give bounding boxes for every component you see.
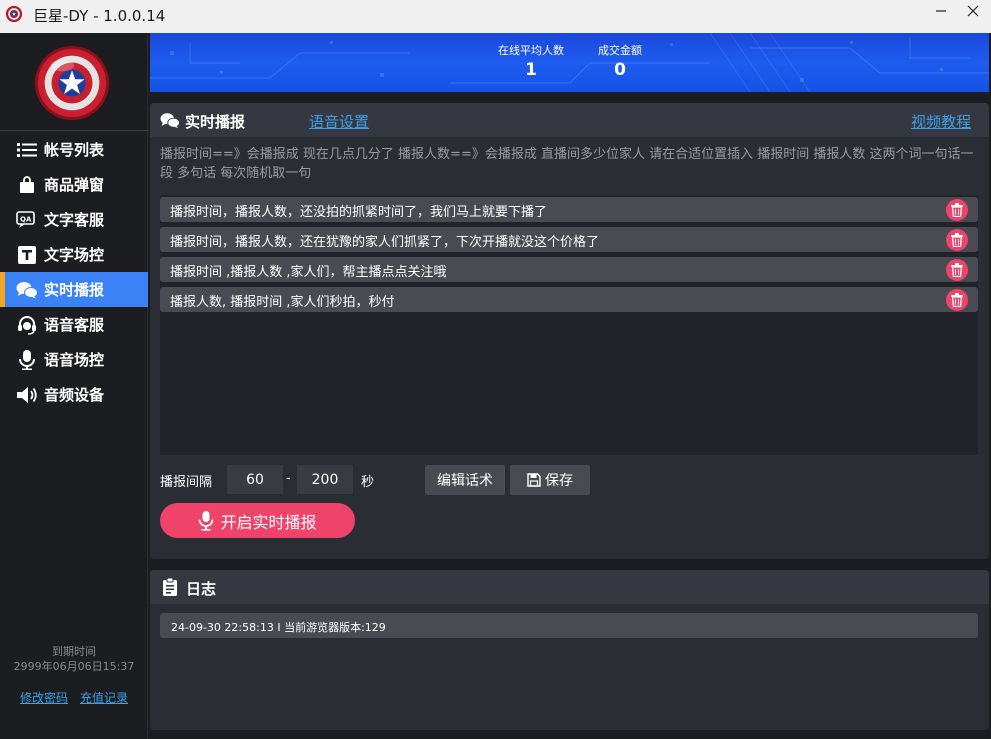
script-row[interactable]: 播报时间，播报人数，还在犹豫的家人们抓紧了，下次开播就没这个价格了 xyxy=(160,227,978,252)
wechat-bubbles-icon xyxy=(160,113,180,129)
trash-icon xyxy=(951,233,963,247)
sidebar-item-label: 音频设备 xyxy=(44,386,105,404)
delete-script-button[interactable] xyxy=(946,229,968,251)
start-broadcast-button[interactable]: 开启实时播报 xyxy=(160,503,355,538)
expire-label: 到期时间 xyxy=(52,645,96,658)
delete-script-button[interactable] xyxy=(946,199,968,221)
app-logo-icon xyxy=(5,5,23,23)
sidebar-item-voice-service[interactable]: 语音客服 xyxy=(0,307,148,342)
minimize-button[interactable] xyxy=(926,0,956,22)
minimize-icon xyxy=(936,10,946,12)
script-text: 播报人数, 播报时间 ,家人们秒拍，秒付 xyxy=(170,295,395,310)
video-tutorial-link[interactable]: 视频教程 xyxy=(911,111,971,132)
chat-qa-icon: QA xyxy=(16,210,38,230)
interval-unit: 秒 xyxy=(361,475,375,490)
microphone-icon xyxy=(16,349,38,370)
sidebar-item-label: 帐号列表 xyxy=(44,141,105,159)
deal-amount-label: 成交金额 xyxy=(598,44,642,57)
script-text: 播报时间，播报人数，还没拍的抓紧时间了，我们马上就要下播了 xyxy=(170,205,548,220)
close-icon xyxy=(967,5,979,17)
log-title: 日志 xyxy=(186,580,217,598)
clipboard-icon xyxy=(163,578,177,596)
log-entry: 24-09-30 22:58:13 I 当前游览器版本:129 xyxy=(160,613,978,638)
deal-amount-stat: 成交金额 0 xyxy=(590,42,650,80)
list-icon xyxy=(16,140,38,160)
start-broadcast-label: 开启实时播报 xyxy=(220,512,317,532)
recharge-records-link[interactable]: 充值记录 xyxy=(80,689,128,706)
script-row[interactable]: 播报时间，播报人数，还没拍的抓紧时间了，我们马上就要下播了 xyxy=(160,197,978,222)
text-t-icon xyxy=(16,245,38,265)
sidebar-item-label: 商品弹窗 xyxy=(44,176,105,194)
online-average-value: 1 xyxy=(525,60,537,80)
sidebar-item-voice-control[interactable]: 语音场控 xyxy=(0,342,148,377)
broadcast-title: 实时播报 xyxy=(185,113,246,131)
stats-banner: 在线平均人数 1 成交金额 0 xyxy=(150,33,989,92)
online-average-label: 在线平均人数 xyxy=(498,44,564,57)
sidebar-item-text-service[interactable]: QA 文字客服 xyxy=(0,202,148,237)
speaker-icon xyxy=(16,385,38,405)
window-title: 巨星-DY - 1.0.0.14 xyxy=(33,7,166,25)
sidebar-nav: 帐号列表 商品弹窗 QA 文字客服 文字场控 实时播报 语音客服 语音场控 音频… xyxy=(0,132,148,412)
script-text: 播报时间 ,播报人数 ,家人们，帮主播点点关注哦 xyxy=(170,265,447,280)
interval-max-input[interactable] xyxy=(297,465,353,494)
headset-icon xyxy=(16,315,38,335)
sidebar-item-text-control[interactable]: 文字场控 xyxy=(0,237,148,272)
sidebar-item-realtime-broadcast[interactable]: 实时播报 xyxy=(0,272,148,307)
delete-script-button[interactable] xyxy=(946,259,968,281)
script-row[interactable]: 播报人数, 播报时间 ,家人们秒拍，秒付 xyxy=(160,287,978,312)
sidebar-divider xyxy=(0,130,148,131)
interval-min-input[interactable] xyxy=(227,465,283,494)
title-bar: 巨星-DY - 1.0.0.14 xyxy=(0,0,991,33)
interval-label: 播报间隔 xyxy=(160,475,213,490)
save-label: 保存 xyxy=(545,473,573,489)
broadcast-panel: 实时播报 语音设置 视频教程 播报时间==》会播报成 现在几点几分了 播报人数=… xyxy=(150,103,989,559)
sidebar-item-label: 文字客服 xyxy=(44,211,105,229)
sidebar-item-label: 文字场控 xyxy=(44,246,105,264)
voice-settings-link[interactable]: 语音设置 xyxy=(309,111,369,132)
svg-text:QA: QA xyxy=(20,215,32,223)
floppy-disk-icon xyxy=(527,473,541,487)
sidebar-item-label: 语音场控 xyxy=(44,351,105,369)
change-password-link[interactable]: 修改密码 xyxy=(20,689,68,706)
sidebar: 帐号列表 商品弹窗 QA 文字客服 文字场控 实时播报 语音客服 语音场控 音频… xyxy=(0,33,148,739)
interval-dash: - xyxy=(286,471,291,486)
sidebar-links: 修改密码 充值记录 xyxy=(0,689,148,706)
captain-shield-logo-icon xyxy=(34,45,110,121)
close-button[interactable] xyxy=(958,0,988,22)
sidebar-item-label: 实时播报 xyxy=(44,281,105,299)
edit-script-button[interactable]: 编辑话术 xyxy=(425,465,505,495)
sidebar-item-audio-device[interactable]: 音频设备 xyxy=(0,377,148,412)
delete-script-button[interactable] xyxy=(946,289,968,311)
edit-script-label: 编辑话术 xyxy=(437,473,493,489)
sidebar-item-account-list[interactable]: 帐号列表 xyxy=(0,132,148,167)
trash-icon xyxy=(951,203,963,217)
sidebar-item-label: 语音客服 xyxy=(44,316,105,334)
deal-amount-value: 0 xyxy=(614,60,626,80)
wechat-bubbles-icon xyxy=(16,280,38,300)
script-text: 播报时间，播报人数，还在犹豫的家人们抓紧了，下次开播就没这个价格了 xyxy=(170,235,600,250)
log-panel: 日志 24-09-30 22:58:13 I 当前游览器版本:129 xyxy=(150,570,989,730)
shopping-bag-icon xyxy=(16,175,38,195)
save-button[interactable]: 保存 xyxy=(510,465,590,495)
broadcast-panel-header: 实时播报 语音设置 视频教程 xyxy=(150,103,989,137)
broadcast-hint: 播报时间==》会播报成 现在几点几分了 播报人数==》会播报成 直播间多少位家人… xyxy=(160,147,974,181)
online-average-stat: 在线平均人数 1 xyxy=(490,42,572,80)
expire-value: 2999年06月06日15:37 xyxy=(13,660,135,673)
log-panel-header: 日志 xyxy=(150,570,989,604)
script-list: 播报时间，播报人数，还没拍的抓紧时间了，我们马上就要下播了 播报时间，播报人数，… xyxy=(160,195,978,455)
trash-icon xyxy=(951,293,963,307)
trash-icon xyxy=(951,263,963,277)
microphone-icon xyxy=(199,510,214,531)
script-row[interactable]: 播报时间 ,播报人数 ,家人们，帮主播点点关注哦 xyxy=(160,257,978,282)
sidebar-item-product-popup[interactable]: 商品弹窗 xyxy=(0,167,148,202)
